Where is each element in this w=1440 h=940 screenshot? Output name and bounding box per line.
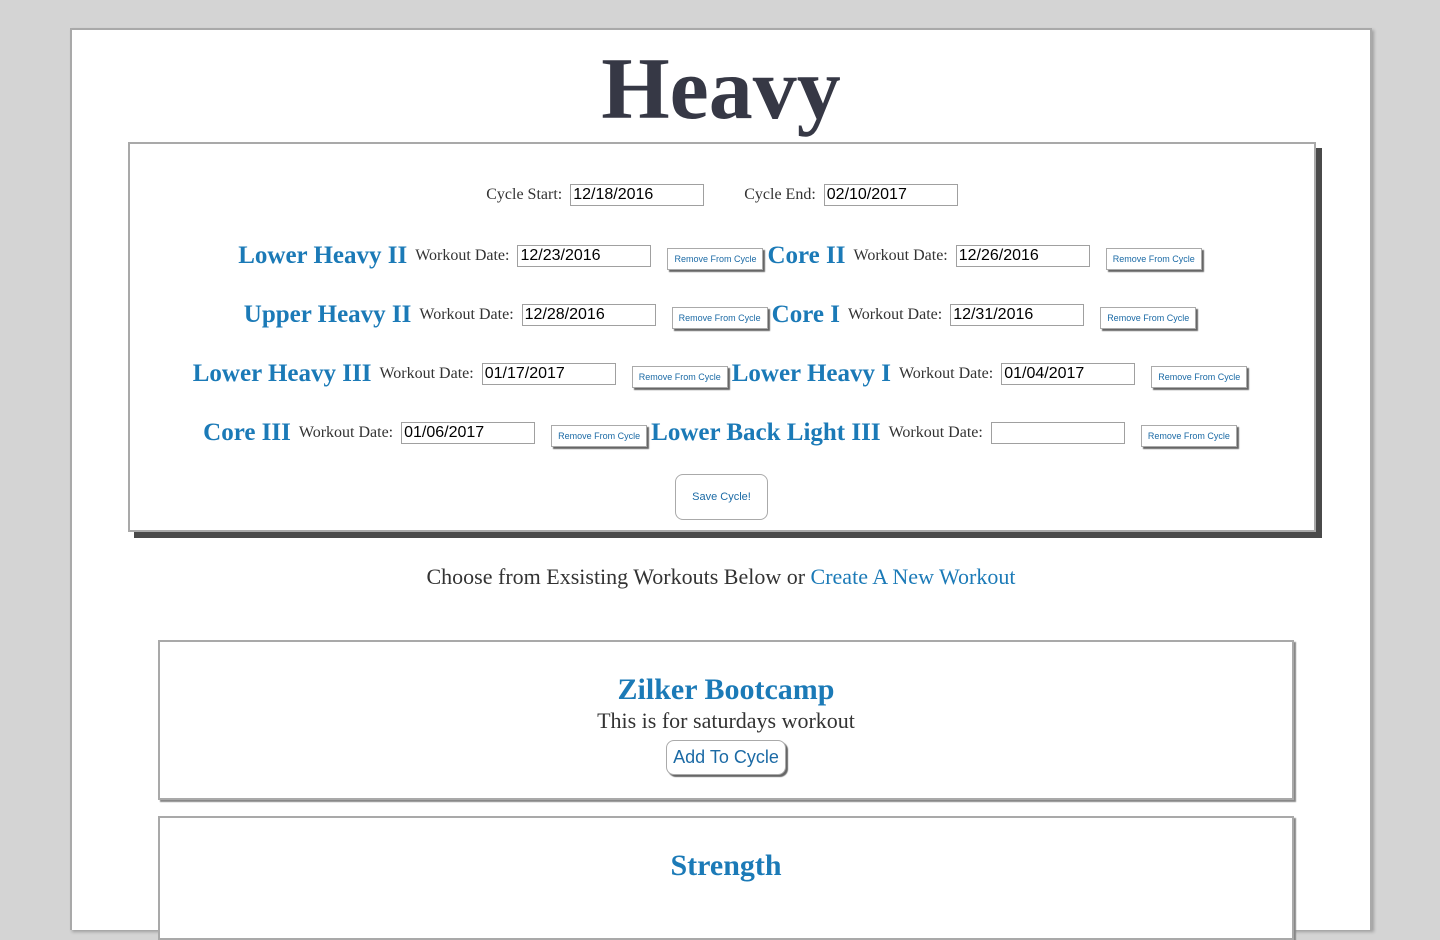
cycle-dates-row: Cycle Start: Cycle End: bbox=[130, 184, 1314, 206]
remove-from-cycle-button[interactable]: Remove From Cycle bbox=[671, 307, 768, 329]
cycle-workout-name[interactable]: Core III bbox=[203, 419, 291, 447]
workout-date-input[interactable] bbox=[521, 304, 656, 326]
cycle-workout-name[interactable]: Core I bbox=[772, 301, 840, 329]
save-cycle-button[interactable]: Save Cycle! bbox=[675, 474, 768, 520]
cycle-workout-entry: Core III Workout Date: Remove From Cycle bbox=[203, 419, 651, 447]
workout-date-label: Workout Date: bbox=[298, 424, 394, 441]
workout-date-label: Workout Date: bbox=[888, 424, 983, 441]
workout-card: Zilker Bootcamp This is for saturdays wo… bbox=[158, 640, 1294, 800]
workout-card-title[interactable]: Strength bbox=[160, 848, 1292, 884]
cycle-workout-entry: Core I Workout Date: Remove From Cycle bbox=[772, 301, 1201, 329]
workout-date-label: Workout Date: bbox=[419, 306, 514, 323]
workout-card: Strength bbox=[158, 816, 1294, 940]
workout-date-label: Workout Date: bbox=[853, 247, 948, 264]
cycle-workout-name[interactable]: Upper Heavy II bbox=[244, 301, 412, 329]
cycle-workout-row: Lower Heavy II Workout Date: Remove From C… bbox=[130, 242, 1314, 270]
create-workout-link[interactable]: Create A New Workout bbox=[811, 564, 1016, 589]
cycle-end-input[interactable] bbox=[823, 184, 958, 206]
cycle-workout-name[interactable]: Lower Back Light III bbox=[651, 419, 880, 447]
cycle-start-group: Cycle Start: bbox=[486, 184, 705, 206]
cycle-workout-name[interactable]: Lower Heavy III bbox=[193, 360, 372, 388]
workout-card-description: This is for saturdays workout bbox=[597, 708, 855, 733]
remove-from-cycle-button[interactable]: Remove From Cycle bbox=[1140, 425, 1237, 447]
cycle-workout-name[interactable]: Core II bbox=[767, 242, 845, 270]
page-container: Heavy Cycle Start: Cycle End: Lower Heav… bbox=[70, 28, 1372, 940]
cycle-end-label: Cycle End: bbox=[744, 186, 816, 203]
remove-from-cycle-button[interactable]: Remove From Cycle bbox=[1100, 307, 1197, 329]
workout-date-label: Workout Date: bbox=[898, 365, 994, 382]
cycle-workout-entry: Upper Heavy II Workout Date: Remove From C… bbox=[244, 301, 772, 329]
cycle-workout-entry: Lower Heavy I Workout Date: Remove From Cy… bbox=[732, 360, 1252, 388]
workout-date-input[interactable] bbox=[1001, 363, 1136, 385]
cycle-workout-entry: Lower Heavy III Workout Date: Remove From … bbox=[193, 360, 732, 388]
cycle-workout-row: Lower Heavy III Workout Date: Remove From … bbox=[130, 360, 1314, 388]
workout-date-input[interactable] bbox=[950, 304, 1085, 326]
cycle-workout-entry: Lower Heavy II Workout Date: Remove From C… bbox=[238, 242, 767, 270]
cycle-workout-entry: Lower Back Light III Workout Date: Remove … bbox=[651, 419, 1241, 447]
remove-from-cycle-button[interactable]: Remove From Cycle bbox=[1105, 248, 1202, 270]
workout-date-label: Workout Date: bbox=[379, 365, 474, 382]
choose-text: Choose from Exsisting Workouts Below or bbox=[426, 564, 806, 589]
remove-from-cycle-button[interactable]: Remove From Cycle bbox=[631, 366, 728, 388]
add-to-cycle-button[interactable]: Add To Cycle bbox=[666, 740, 786, 775]
page-title: Heavy bbox=[601, 41, 841, 138]
cycle-start-label: Cycle Start: bbox=[486, 186, 563, 203]
workout-date-input[interactable] bbox=[955, 245, 1090, 267]
workout-date-input[interactable] bbox=[517, 245, 652, 267]
cycle-panel: Cycle Start: Cycle End: Lower Heavy II Wo… bbox=[128, 142, 1316, 532]
cycle-workout-name[interactable]: Lower Heavy I bbox=[732, 360, 891, 388]
workout-date-input[interactable] bbox=[401, 422, 536, 444]
cycle-workout-row: Upper Heavy II Workout Date: Remove From C… bbox=[130, 301, 1314, 329]
remove-from-cycle-button[interactable]: Remove From Cycle bbox=[551, 425, 648, 447]
workout-date-input[interactable] bbox=[481, 363, 616, 385]
workout-date-label: Workout Date: bbox=[415, 247, 510, 264]
workout-card-title[interactable]: Zilker Bootcamp bbox=[160, 672, 1292, 708]
cycle-workout-entry: Core II Workout Date: Remove From Cycle bbox=[767, 242, 1205, 270]
workout-date-input[interactable] bbox=[990, 422, 1125, 444]
cycle-workout-name[interactable]: Lower Heavy II bbox=[238, 242, 407, 270]
workout-date-label: Workout Date: bbox=[847, 306, 943, 323]
cycle-start-input[interactable] bbox=[570, 184, 705, 206]
cycle-workout-row: Core IIIWorkout Date:Remove From CycleLo… bbox=[130, 419, 1314, 447]
cycle-end-group: Cycle End: bbox=[744, 184, 958, 206]
remove-from-cycle-button[interactable]: Remove From Cycle bbox=[1151, 366, 1248, 388]
remove-from-cycle-button[interactable]: Remove From Cycle bbox=[667, 248, 764, 270]
choose-workouts-line: Choose from Exsisting Workouts Below or … bbox=[72, 564, 1370, 590]
